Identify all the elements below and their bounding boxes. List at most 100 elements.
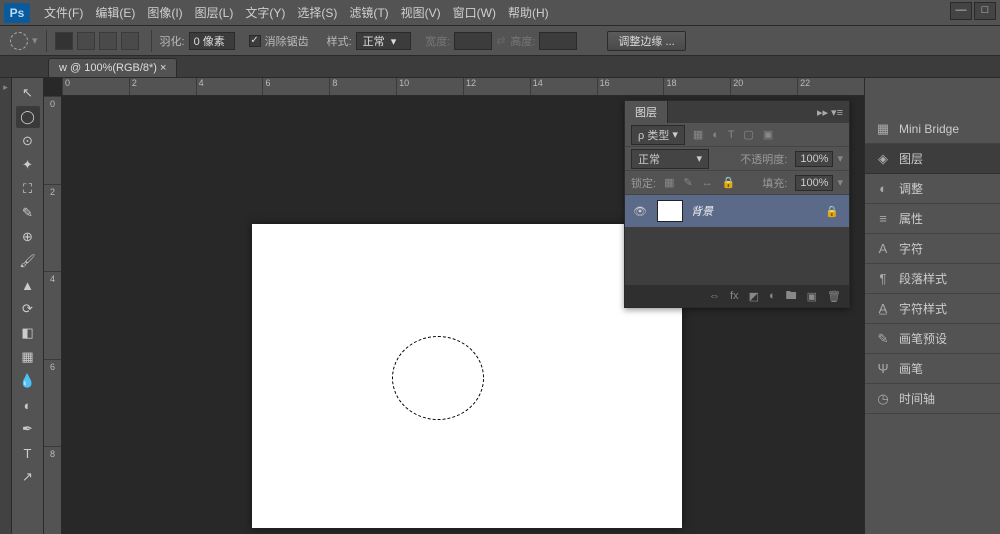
layers-panel-tab: 图层 ▸▸ ▾≡ — [625, 101, 849, 123]
width-input — [454, 32, 492, 50]
brush-preset-icon: ✎ — [875, 331, 891, 347]
timeline-icon: ◷ — [875, 391, 891, 407]
canvas[interactable] — [252, 224, 682, 528]
layer-row-background[interactable]: 👁 背景 🔒 — [625, 195, 849, 227]
new-layer-icon[interactable]: ▣ — [807, 290, 817, 303]
layer-thumbnail[interactable] — [657, 200, 683, 222]
eyedropper-tool[interactable]: ✎ — [16, 202, 40, 224]
adjustment-layer-icon[interactable]: ◐ — [769, 290, 776, 302]
panel-brush-presets[interactable]: ✎画笔预设 — [865, 324, 1000, 354]
blur-tool[interactable]: 💧 — [16, 370, 40, 392]
menu-view[interactable]: 视图(V) — [395, 4, 447, 21]
menu-filter[interactable]: 滤镜(T) — [343, 4, 394, 21]
opacity-value[interactable]: 100% — [795, 151, 833, 167]
layers-panel-title[interactable]: 图层 — [625, 101, 668, 123]
app-logo: Ps — [4, 3, 30, 23]
antialias-checkbox[interactable]: ✓ — [249, 35, 261, 47]
menu-type[interactable]: 文字(Y) — [239, 4, 291, 21]
selection-new-icon[interactable] — [55, 32, 73, 50]
crop-tool[interactable]: ⛶ — [16, 178, 40, 200]
style-label: 样式: — [327, 33, 352, 49]
antialias-label: 消除锯齿 — [265, 33, 309, 49]
panel-menu-icon[interactable]: ▸▸ ▾≡ — [817, 106, 843, 119]
marquee-tool[interactable]: ◯ — [16, 106, 40, 128]
blend-mode-select[interactable]: 正常▾ — [631, 149, 709, 169]
document-tab[interactable]: w @ 100%(RGB/8*) × — [48, 58, 177, 77]
lock-icons[interactable]: ▦ ✎ ↔ 🔒 — [664, 176, 738, 189]
lock-icon[interactable]: 🔒 — [825, 205, 839, 218]
panel-properties[interactable]: ≡属性 — [865, 204, 1000, 234]
image-icon: ▦ — [875, 121, 891, 137]
adjust-icon: ◐ — [875, 181, 891, 197]
eraser-tool[interactable]: ◧ — [16, 322, 40, 344]
opacity-label: 不透明度: — [740, 151, 787, 167]
width-label: 宽度: — [425, 33, 450, 49]
menu-image[interactable]: 图像(I) — [141, 4, 188, 21]
layer-filter-select[interactable]: ρ 类型 ▾ — [631, 125, 685, 145]
selection-subtract-icon[interactable] — [99, 32, 117, 50]
delete-layer-icon[interactable]: 🗑 — [827, 290, 841, 303]
ruler-horizontal: 0246810121416182022 — [62, 78, 864, 96]
menu-select[interactable]: 选择(S) — [291, 4, 343, 21]
group-icon[interactable]: 🖿 — [786, 287, 797, 306]
fill-value[interactable]: 100% — [795, 175, 833, 191]
feather-label: 羽化: — [160, 33, 185, 49]
layers-panel[interactable]: 图层 ▸▸ ▾≡ ρ 类型 ▾ ▦ ◐ T ▢ ▣ 正常▾ 不透明度: 100%… — [624, 100, 850, 308]
selection-add-icon[interactable] — [77, 32, 95, 50]
lasso-tool[interactable]: ⊙ — [16, 130, 40, 152]
document-tabstrip: w @ 100%(RGB/8*) × — [0, 56, 1000, 78]
path-tool[interactable]: ↗ — [16, 466, 40, 488]
maximize-button[interactable]: □ — [974, 2, 996, 20]
link-layers-icon[interactable]: ⇔ — [709, 290, 720, 302]
panel-brushes[interactable]: Ψ画笔 — [865, 354, 1000, 384]
refine-edge-button[interactable]: 调整边缘 ... — [607, 31, 685, 51]
char-icon: A — [875, 241, 891, 257]
height-label: 高度: — [510, 33, 535, 49]
stamp-tool[interactable]: ▲ — [16, 274, 40, 296]
menu-layer[interactable]: 图层(L) — [189, 4, 240, 21]
toolbox: ↖ ◯ ⊙ ✦ ⛶ ✎ ⊕ 🖌 ▲ ⟳ ◧ ▦ 💧 ◐ ✒ T ↗ — [12, 78, 44, 534]
mask-icon[interactable]: ◩ — [749, 290, 759, 303]
layer-name[interactable]: 背景 — [691, 203, 713, 219]
panel-char-styles[interactable]: A̲字符样式 — [865, 294, 1000, 324]
move-tool[interactable]: ↖ — [16, 82, 40, 104]
style-select[interactable]: 正常 ▾ — [356, 32, 412, 50]
elliptical-selection[interactable] — [392, 336, 484, 420]
pen-tool[interactable]: ✒ — [16, 418, 40, 440]
feather-input[interactable] — [189, 32, 235, 50]
panel-dock: ▦Mini Bridge ◈图层 ◐调整 ≡属性 A字符 ¶段落样式 A̲字符样… — [864, 78, 1000, 534]
panel-adjustments[interactable]: ◐调整 — [865, 174, 1000, 204]
gradient-tool[interactable]: ▦ — [16, 346, 40, 368]
panel-mini-bridge[interactable]: ▦Mini Bridge — [865, 114, 1000, 144]
panel-layers[interactable]: ◈图层 — [865, 144, 1000, 174]
healing-tool[interactable]: ⊕ — [16, 226, 40, 248]
dodge-tool[interactable]: ◐ — [16, 394, 40, 416]
menu-window[interactable]: 窗口(W) — [447, 4, 502, 21]
panel-character[interactable]: A字符 — [865, 234, 1000, 264]
panel-timeline[interactable]: ◷时间轴 — [865, 384, 1000, 414]
marquee-tool-icon[interactable] — [10, 32, 28, 50]
ruler-vertical: 02468 — [44, 96, 62, 534]
type-tool[interactable]: T — [16, 442, 40, 464]
window-controls: — □ — [950, 2, 996, 20]
lock-label: 锁定: — [631, 175, 656, 191]
layers-panel-footer: ⇔ fx ◩ ◐ 🖿 ▣ 🗑 — [625, 285, 849, 307]
menu-file[interactable]: 文件(F) — [38, 4, 89, 21]
menu-help[interactable]: 帮助(H) — [502, 4, 555, 21]
brush-tool[interactable]: 🖌 — [16, 250, 40, 272]
panel-paragraph-styles[interactable]: ¶段落样式 — [865, 264, 1000, 294]
left-gutter: ▸ — [0, 78, 12, 534]
history-brush-tool[interactable]: ⟳ — [16, 298, 40, 320]
selection-intersect-icon[interactable] — [121, 32, 139, 50]
options-bar: ▾ 羽化: ✓ 消除锯齿 样式: 正常 ▾ 宽度: ⇄ 高度: 调整边缘 ... — [0, 26, 1000, 56]
layer-filter-icons[interactable]: ▦ ◐ T ▢ ▣ — [693, 128, 776, 141]
charstyle-icon: A̲ — [875, 301, 891, 317]
menu-edit[interactable]: 编辑(E) — [89, 4, 141, 21]
minimize-button[interactable]: — — [950, 2, 972, 20]
visibility-icon[interactable]: 👁 — [631, 205, 649, 218]
wand-tool[interactable]: ✦ — [16, 154, 40, 176]
height-input — [539, 32, 577, 50]
fx-icon[interactable]: fx — [730, 290, 739, 302]
fill-label: 填充: — [762, 175, 787, 191]
menu-bar: Ps 文件(F) 编辑(E) 图像(I) 图层(L) 文字(Y) 选择(S) 滤… — [0, 0, 1000, 26]
